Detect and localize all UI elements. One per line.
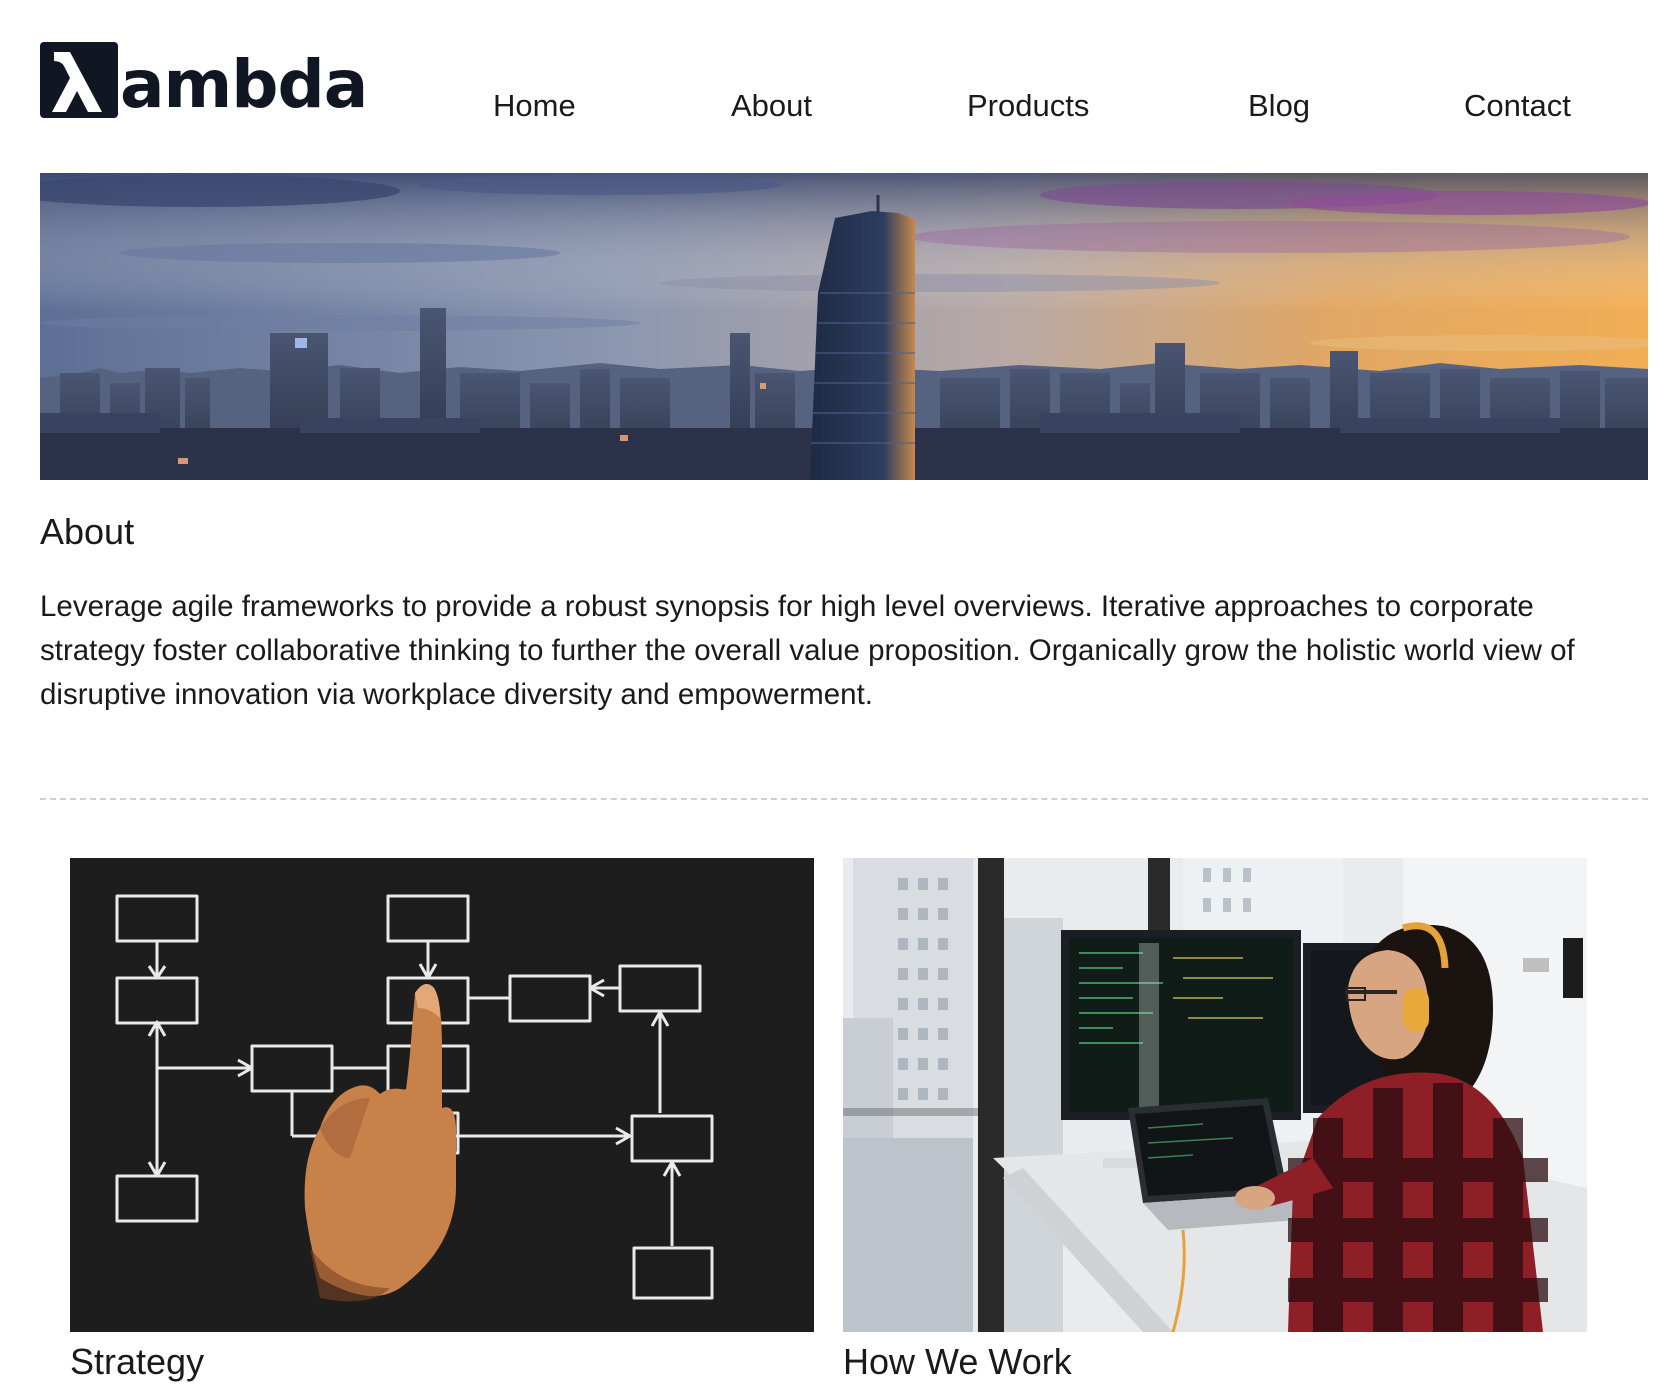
nav-contact[interactable]: Contact — [1464, 84, 1571, 128]
nav-products[interactable]: Products — [967, 84, 1089, 128]
about-paragraph: Leverage agile frameworks to provide a r… — [40, 590, 1575, 711]
card-title-strategy: Strategy — [70, 1341, 205, 1382]
nav-home[interactable]: Home — [493, 84, 576, 128]
card-strategy[interactable]: Strategy — [70, 858, 814, 1386]
main-nav: Home About Products Blog Contact — [0, 84, 1660, 128]
developer-at-desk-image — [843, 858, 1587, 1332]
card-how-we-work[interactable]: How We Work — [843, 858, 1587, 1386]
about-heading: About — [40, 511, 135, 552]
card-title-how-we-work: How We Work — [843, 1341, 1072, 1382]
nav-about[interactable]: About — [731, 84, 812, 128]
nav-blog[interactable]: Blog — [1248, 84, 1310, 128]
flowchart-chalkboard-image — [70, 858, 814, 1332]
section-divider — [40, 798, 1648, 800]
hero-image — [40, 173, 1648, 480]
city-skyline-image — [40, 173, 1648, 480]
site-header: ambda Home About Products Blog Contact — [0, 0, 1660, 170]
